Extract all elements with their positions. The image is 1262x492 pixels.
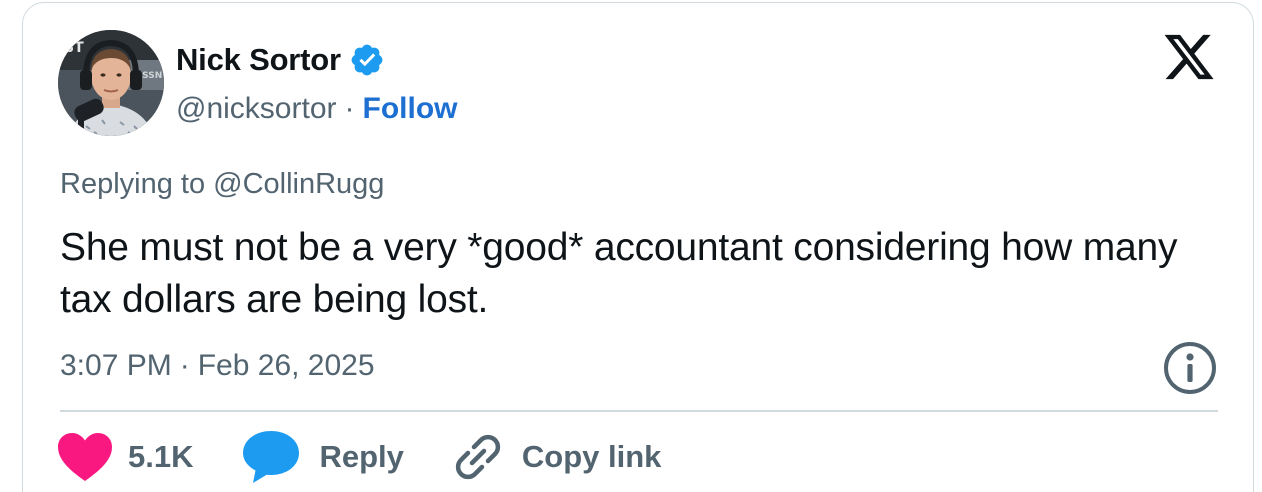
author-handle-row: @nicksortor · Follow (176, 89, 457, 129)
author-handle[interactable]: @nicksortor (176, 92, 337, 126)
info-icon[interactable] (1162, 340, 1218, 396)
tweet-text: She must not be a very *good* accountant… (60, 226, 1178, 321)
action-bar: 5.1K Reply Copy link (56, 426, 661, 488)
avatar-image: FSSN ST (58, 30, 164, 136)
separator: · (179, 349, 190, 382)
like-button[interactable]: 5.1K (56, 431, 193, 483)
tweet-time: 3:07 PM (60, 349, 172, 382)
link-icon (450, 429, 506, 485)
follow-button[interactable]: Follow (363, 92, 458, 126)
tweet-date: Feb 26, 2025 (197, 349, 375, 382)
speech-bubble-icon (241, 429, 301, 485)
verified-badge-icon (349, 42, 385, 78)
reply-label: Reply (319, 439, 404, 474)
author-name-row: Nick Sortor (176, 40, 385, 80)
separator: · (344, 92, 355, 125)
copy-link-label: Copy link (521, 439, 662, 474)
author-name[interactable]: Nick Sortor (176, 42, 341, 78)
reply-button[interactable]: Reply (241, 429, 404, 485)
avatar[interactable]: FSSN ST (58, 30, 164, 136)
replying-to: Replying to @CollinRugg (60, 168, 385, 200)
copy-link-button[interactable]: Copy link (450, 429, 662, 485)
x-logo-icon[interactable] (1160, 32, 1218, 82)
divider (60, 410, 1218, 412)
like-count: 5.1K (128, 439, 194, 474)
timestamp[interactable]: 3:07 PM · Feb 26, 2025 (60, 346, 375, 386)
heart-icon (56, 431, 114, 483)
